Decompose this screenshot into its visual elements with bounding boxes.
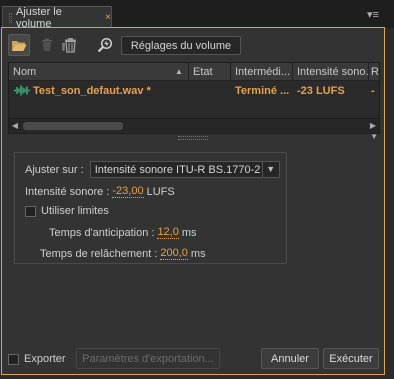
use-limits-row: Utiliser limites: [25, 205, 109, 217]
remove-file-button[interactable]: [36, 34, 58, 56]
open-file-button[interactable]: [8, 34, 30, 56]
sort-ascending-icon[interactable]: ▲: [175, 63, 183, 81]
adjust-standard-value: Intensité sonore ITU-R BS.1770-2: [94, 163, 261, 176]
column-header-r[interactable]: R: [369, 63, 381, 81]
loudness-label: Intensité sonore :: [25, 185, 110, 198]
use-limits-checkbox[interactable]: [25, 205, 36, 217]
tab-grip-icon[interactable]: [9, 12, 12, 23]
lookahead-row: Temps d'anticipation : 12,0 ms: [49, 226, 197, 239]
horizontal-scrollbar[interactable]: ◀ ▶: [9, 118, 379, 132]
volume-settings-button[interactable]: Réglages du volume: [121, 36, 241, 55]
table-row[interactable]: Test_son_defaut.wav * Terminé ... -23 LU…: [9, 82, 379, 100]
export-settings-button[interactable]: Paramètres d'exportation...: [76, 348, 220, 369]
close-icon[interactable]: ×: [105, 12, 111, 23]
export-row: Exporter: [8, 353, 66, 365]
waveform-icon: [14, 85, 30, 96]
chevron-down-icon[interactable]: ▼: [261, 162, 279, 177]
release-field[interactable]: 200,0: [160, 247, 188, 260]
release-unit: ms: [190, 247, 206, 260]
lookahead-unit: ms: [181, 226, 197, 239]
export-checkbox[interactable]: [8, 353, 19, 365]
tab-adjust-volume[interactable]: Ajuster le volume ×: [2, 5, 112, 30]
adjust-standard-select[interactable]: Intensité sonore ITU-R BS.1770-2 ▼: [89, 161, 280, 178]
column-header-status[interactable]: Etat: [189, 63, 231, 81]
loudness-unit: LUFS: [146, 185, 175, 198]
loudness-settings-group: Ajuster sur : Intensité sonore ITU-R BS.…: [14, 152, 287, 264]
column-header-loudness[interactable]: Intensité sono...: [293, 63, 369, 81]
scrollbar-thumb[interactable]: [23, 122, 123, 130]
column-header-name[interactable]: Nom: [9, 63, 189, 81]
extra-cell: -: [371, 85, 375, 97]
export-label[interactable]: Exporter: [24, 353, 66, 365]
loudness-cell: -23 LUFS: [297, 85, 345, 97]
panel-menu-icon[interactable]: ▾≡: [364, 8, 382, 22]
column-header-intermediate[interactable]: Intermédi...: [231, 63, 293, 81]
lookahead-label: Temps d'anticipation :: [49, 226, 155, 239]
run-button[interactable]: Exécuter: [323, 348, 379, 369]
loudness-target-field[interactable]: -23,00: [112, 185, 144, 198]
panel-tab-bar: Ajuster le volume × ▾≡: [0, 0, 394, 30]
release-row: Temps de relâchement : 200,0 ms: [40, 247, 206, 260]
folder-open-icon: [12, 40, 27, 51]
tab-label: Ajuster le volume: [16, 5, 62, 30]
scroll-left-icon[interactable]: ◀: [9, 119, 21, 133]
adjust-label: Ajuster sur :: [25, 163, 84, 176]
table-header: Nom ▲ Etat Intermédi... Intensité sono..…: [9, 63, 379, 81]
scroll-right-icon[interactable]: ▶: [367, 119, 379, 133]
toolbar: Réglages du volume: [7, 34, 379, 56]
lookahead-field[interactable]: 12,0: [157, 226, 179, 239]
trash-all-icon: [62, 37, 76, 53]
adjust-row: Ajuster sur : Intensité sonore ITU-R BS.…: [25, 161, 280, 178]
collapse-arrow-icon[interactable]: ▼: [370, 132, 378, 141]
footer-bar: Exporter Paramètres d'exportation... Ann…: [2, 346, 384, 372]
panel-splitter-handle[interactable]: [178, 136, 208, 140]
file-table: Nom ▲ Etat Intermédi... Intensité sono..…: [8, 62, 380, 134]
loudness-analyze-button[interactable]: [94, 34, 116, 56]
loudness-zoom-icon: [97, 37, 112, 52]
release-label: Temps de relâchement :: [40, 247, 158, 260]
cancel-button[interactable]: Annuler: [261, 348, 319, 369]
adjust-volume-panel: Réglages du volume Nom ▲ Etat Intermédi.…: [1, 27, 385, 375]
remove-all-button[interactable]: [59, 34, 81, 56]
loudness-row: Intensité sonore : -23,00 LUFS: [25, 185, 175, 198]
trash-icon: [42, 38, 52, 51]
status-cell: Terminé ...: [235, 85, 290, 97]
use-limits-label[interactable]: Utiliser limites: [41, 205, 109, 217]
file-name-cell: Test_son_defaut.wav *: [33, 85, 151, 97]
